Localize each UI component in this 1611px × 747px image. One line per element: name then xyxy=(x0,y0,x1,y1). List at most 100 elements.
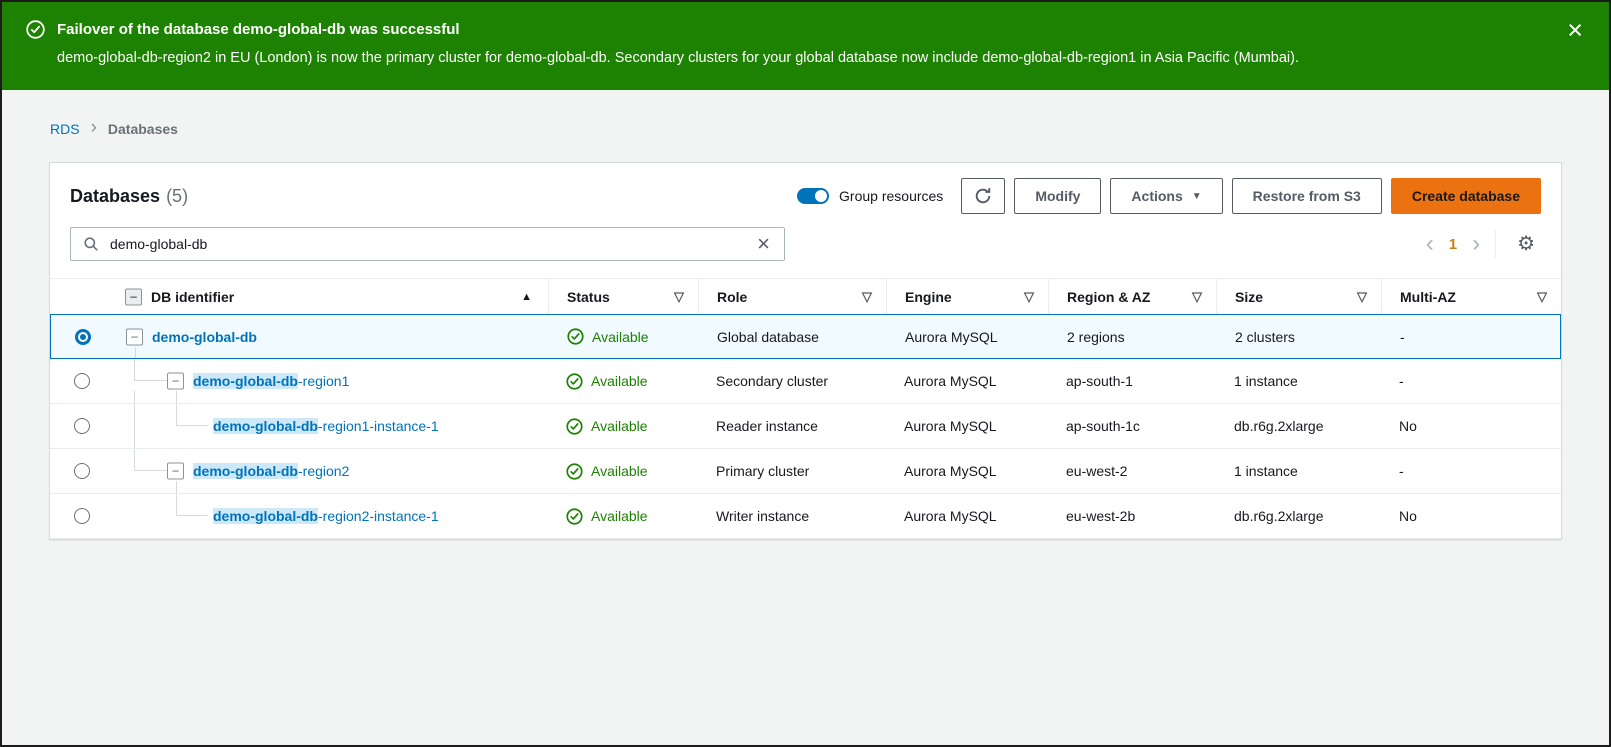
status-badge: Available xyxy=(548,373,698,390)
db-link[interactable]: demo-global-db-region1-instance-1 xyxy=(213,418,439,434)
filter-icon[interactable]: ▽ xyxy=(674,289,684,305)
collapse-row-icon[interactable]: − xyxy=(126,328,143,345)
size-cell: db.r6g.2xlarge xyxy=(1216,418,1381,434)
region-cell: 2 regions xyxy=(1049,329,1217,345)
tree-line xyxy=(176,494,208,516)
settings-gear-icon[interactable]: ⚙ xyxy=(1511,233,1541,255)
tree-line xyxy=(176,391,177,403)
row-radio[interactable] xyxy=(74,508,90,524)
table-row[interactable]: − demo-global-db-region2 Available Prima… xyxy=(50,449,1561,494)
collapse-row-icon[interactable]: − xyxy=(167,463,184,480)
search-box[interactable]: × xyxy=(70,227,785,261)
column-header-size[interactable]: Size ▽ xyxy=(1216,279,1381,314)
status-text: Available xyxy=(591,508,648,524)
sort-ascending-icon[interactable]: ▲ xyxy=(521,291,532,303)
clear-search-icon[interactable]: × xyxy=(755,233,772,255)
column-header-db-identifier[interactable]: − DB identifier ▲ xyxy=(113,279,548,314)
table-row[interactable]: − demo-global-db Available Global databa… xyxy=(50,314,1561,359)
column-label: Role xyxy=(717,289,862,305)
filter-icon[interactable]: ▽ xyxy=(1537,289,1547,305)
collapse-row-icon[interactable]: − xyxy=(167,373,184,390)
search-icon xyxy=(83,236,99,252)
column-header-role[interactable]: Role ▽ xyxy=(698,279,886,314)
filter-row: × ‹ 1 › ⚙ xyxy=(50,227,1561,278)
region-cell: ap-south-1c xyxy=(1048,418,1216,434)
search-input[interactable] xyxy=(108,235,755,253)
actions-button[interactable]: Actions ▼ xyxy=(1110,178,1222,214)
row-radio[interactable] xyxy=(74,463,90,479)
column-label: Size xyxy=(1235,289,1357,305)
modify-button[interactable]: Modify xyxy=(1014,178,1101,214)
previous-page-icon[interactable]: ‹ xyxy=(1426,232,1434,256)
multi-az-cell: - xyxy=(1381,373,1561,389)
tree-line xyxy=(134,359,167,381)
engine-cell: Aurora MySQL xyxy=(886,463,1048,479)
page-title: Databases xyxy=(70,186,160,206)
banner-close-icon[interactable]: × xyxy=(1561,15,1589,46)
available-check-icon xyxy=(567,328,584,345)
chevron-down-icon: ▼ xyxy=(1192,191,1202,202)
column-header-region-az[interactable]: Region & AZ ▽ xyxy=(1048,279,1216,314)
banner-title: Failover of the database demo-global-db … xyxy=(57,21,460,38)
next-page-icon[interactable]: › xyxy=(1472,232,1480,256)
size-cell: 2 clusters xyxy=(1217,329,1382,345)
available-check-icon xyxy=(566,463,583,480)
column-label: Region & AZ xyxy=(1067,289,1192,305)
group-resources-toggle[interactable]: Group resources xyxy=(797,188,943,204)
table-row[interactable]: demo-global-db-region1-instance-1 Availa… xyxy=(50,404,1561,449)
db-link[interactable]: demo-global-db-region2 xyxy=(193,463,349,479)
success-check-icon xyxy=(26,20,45,39)
table-row[interactable]: demo-global-db-region2-instance-1 Availa… xyxy=(50,494,1561,539)
region-cell: eu-west-2 xyxy=(1048,463,1216,479)
filter-icon[interactable]: ▽ xyxy=(1192,289,1202,305)
breadcrumb-current: Databases xyxy=(108,121,178,137)
filter-icon[interactable]: ▽ xyxy=(862,289,872,305)
available-check-icon xyxy=(566,418,583,435)
status-text: Available xyxy=(591,463,648,479)
tree-line xyxy=(134,391,135,403)
db-link[interactable]: demo-global-db-region1 xyxy=(193,373,349,389)
group-resources-label: Group resources xyxy=(839,188,943,204)
column-header-status[interactable]: Status ▽ xyxy=(548,279,698,314)
column-label: Engine xyxy=(905,289,1024,305)
table-row[interactable]: − demo-global-db-region1 Available Secon… xyxy=(50,359,1561,404)
table-header: − DB identifier ▲ Status ▽ Role ▽ Engine… xyxy=(50,278,1561,315)
db-count: (5) xyxy=(166,186,188,206)
collapse-all-icon[interactable]: − xyxy=(125,288,142,305)
column-header-multi-az[interactable]: Multi-AZ ▽ xyxy=(1381,279,1561,314)
refresh-button[interactable] xyxy=(961,178,1005,214)
engine-cell: Aurora MySQL xyxy=(886,508,1048,524)
db-link[interactable]: demo-global-db-region2-instance-1 xyxy=(213,508,439,524)
status-badge: Available xyxy=(548,508,698,525)
current-page[interactable]: 1 xyxy=(1449,236,1457,253)
column-label: DB identifier xyxy=(151,289,521,305)
column-label: Status xyxy=(567,289,674,305)
multi-az-cell: - xyxy=(1382,329,1560,345)
status-text: Available xyxy=(592,329,649,345)
row-radio-selected[interactable] xyxy=(75,329,91,345)
divider xyxy=(1495,230,1496,258)
card-header: Databases (5) Group resources Modify Acti… xyxy=(50,163,1561,227)
breadcrumb-rds-link[interactable]: RDS xyxy=(50,121,80,137)
row-radio[interactable] xyxy=(74,373,90,389)
db-link[interactable]: demo-global-db xyxy=(152,329,257,345)
row-radio[interactable] xyxy=(74,418,90,434)
size-cell: 1 instance xyxy=(1216,463,1381,479)
pagination: ‹ 1 › ⚙ xyxy=(1426,230,1541,258)
role-cell: Writer instance xyxy=(698,508,886,524)
toggle-switch-icon[interactable] xyxy=(797,188,829,204)
filter-icon[interactable]: ▽ xyxy=(1357,289,1367,305)
status-badge: Available xyxy=(548,463,698,480)
restore-from-s3-button[interactable]: Restore from S3 xyxy=(1232,178,1382,214)
available-check-icon xyxy=(566,373,583,390)
multi-az-cell: db.r6g.2xlarge xyxy=(1216,508,1381,524)
available-check-icon xyxy=(566,508,583,525)
multi-az-cell: No xyxy=(1381,508,1561,524)
column-header-engine[interactable]: Engine ▽ xyxy=(886,279,1048,314)
rds-console-window: Failover of the database demo-global-db … xyxy=(0,0,1611,747)
role-cell: Global database xyxy=(699,329,887,345)
create-database-button[interactable]: Create database xyxy=(1391,178,1541,214)
engine-cell: Aurora MySQL xyxy=(887,329,1049,345)
size-cell: 1 instance xyxy=(1216,373,1381,389)
filter-icon[interactable]: ▽ xyxy=(1024,289,1034,305)
